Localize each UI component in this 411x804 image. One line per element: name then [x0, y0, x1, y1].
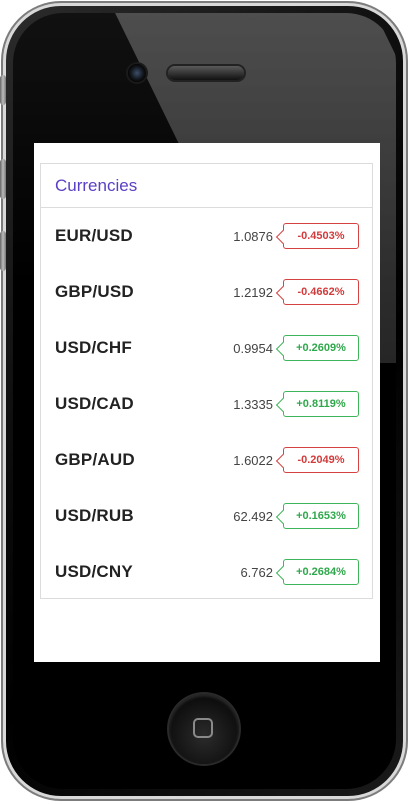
currencies-widget: Currencies EUR/USD 1.0876 -0.4503% GBP/USD 1… [40, 163, 373, 599]
currency-pair: USD/CNY [55, 562, 133, 581]
currency-price: 0.9954 [233, 340, 273, 356]
change-badge: -0.4503% [283, 223, 359, 249]
currency-pair: GBP/USD [55, 282, 134, 301]
currency-pair: USD/CHF [55, 338, 132, 357]
change-badge: +0.2609% [283, 335, 359, 361]
change-badge: -0.4662% [283, 279, 359, 305]
currency-pair: EUR/USD [55, 226, 133, 245]
currency-pair: GBP/AUD [55, 450, 135, 469]
currency-price: 1.6022 [233, 452, 273, 468]
currency-row[interactable]: GBP/AUD 1.6022 -0.2049% [41, 432, 372, 488]
currency-price: 1.3335 [233, 396, 273, 412]
change-badge: +0.1653% [283, 503, 359, 529]
mute-switch [0, 75, 6, 105]
currency-row[interactable]: USD/RUB 62.492 +0.1653% [41, 488, 372, 544]
currency-row[interactable]: USD/CAD 1.3335 +0.8119% [41, 376, 372, 432]
currency-price: 1.2192 [233, 284, 273, 300]
change-badge: +0.2684% [283, 559, 359, 585]
widget-header: Currencies [41, 164, 372, 208]
currency-row[interactable]: USD/CHF 0.9954 +0.2609% [41, 320, 372, 376]
currency-price: 62.492 [233, 508, 273, 524]
home-button[interactable] [169, 694, 239, 764]
phone-mockup: Currencies EUR/USD 1.0876 -0.4503% GBP/USD 1… [0, 0, 411, 804]
change-badge: -0.2049% [283, 447, 359, 473]
volume-up-button [0, 159, 6, 199]
currency-price: 1.0876 [233, 228, 273, 244]
currency-row[interactable]: USD/CNY 6.762 +0.2684% [41, 544, 372, 600]
home-square-icon [193, 718, 213, 738]
change-badge: +0.8119% [283, 391, 359, 417]
currency-row[interactable]: GBP/USD 1.2192 -0.4662% [41, 264, 372, 320]
currency-list: EUR/USD 1.0876 -0.4503% GBP/USD 1.2192 -0.466… [41, 208, 372, 600]
currency-pair: USD/RUB [55, 506, 134, 525]
currency-pair: USD/CAD [55, 394, 134, 413]
volume-down-button [0, 231, 6, 271]
currency-price: 6.762 [240, 564, 273, 580]
widget-title: Currencies [55, 175, 138, 195]
phone-screen: Currencies EUR/USD 1.0876 -0.4503% GBP/USD 1… [34, 143, 380, 662]
currency-row[interactable]: EUR/USD 1.0876 -0.4503% [41, 208, 372, 264]
camera-icon [128, 64, 146, 82]
speaker-icon [168, 66, 244, 80]
